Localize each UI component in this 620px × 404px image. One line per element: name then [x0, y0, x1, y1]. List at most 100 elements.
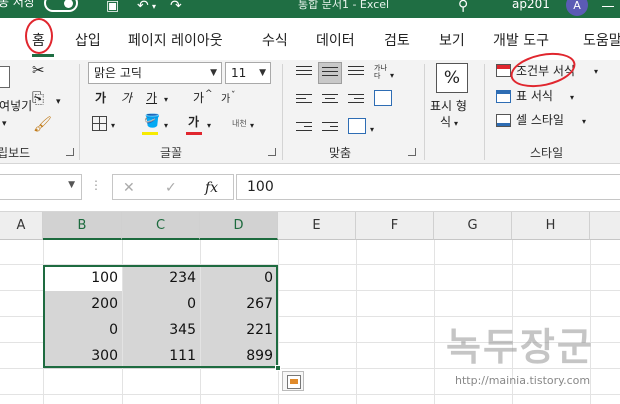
number-format-label-1[interactable]: 표시 형: [430, 98, 467, 114]
bottom-align-icon[interactable]: [348, 66, 364, 80]
column-header-e[interactable]: E: [278, 212, 356, 240]
bold-button[interactable]: 가: [95, 90, 106, 106]
column-header-c[interactable]: C: [122, 212, 200, 240]
tab-insert[interactable]: 삽입: [75, 30, 101, 50]
column-header-d[interactable]: D: [200, 212, 278, 240]
chevron-down-icon[interactable]: ▼: [68, 180, 75, 190]
wrap-orientation-button[interactable]: 가나다: [374, 64, 388, 80]
center-align-icon[interactable]: [322, 94, 338, 108]
paste-dropdown-icon[interactable]: ▾: [2, 116, 7, 132]
cell-d3[interactable]: 221: [201, 317, 277, 343]
increase-indent-icon[interactable]: [322, 122, 338, 136]
number-format-button[interactable]: %: [436, 63, 468, 93]
column-header-b[interactable]: B: [43, 212, 122, 240]
format-as-table-dropdown-icon[interactable]: ▾: [570, 90, 574, 106]
underline-dropdown-icon[interactable]: ▾: [164, 92, 168, 108]
minimize-icon[interactable]: [602, 6, 614, 7]
tab-formulas[interactable]: 수식: [262, 30, 288, 50]
undo-icon[interactable]: ↶: [137, 0, 149, 14]
name-box[interactable]: ▼: [0, 174, 82, 200]
cell-c1[interactable]: 234: [123, 265, 200, 291]
quick-analysis-button[interactable]: [282, 371, 304, 391]
cell-c3[interactable]: 345: [123, 317, 200, 343]
top-align-icon[interactable]: [296, 66, 312, 80]
cell-b1[interactable]: 100: [44, 265, 122, 291]
cell-d4[interactable]: 899: [201, 343, 277, 369]
tab-developer[interactable]: 개발 도구: [493, 30, 549, 50]
insert-function-icon[interactable]: fx: [205, 180, 218, 196]
tab-help[interactable]: 도움말: [583, 30, 620, 50]
tab-data[interactable]: 데이터: [316, 30, 355, 50]
avatar[interactable]: A: [566, 0, 588, 16]
column-header-a[interactable]: A: [0, 212, 43, 240]
group-separator: [79, 64, 80, 160]
column-header-g[interactable]: G: [434, 212, 512, 240]
orientation-dropdown-icon[interactable]: ▾: [390, 68, 394, 84]
borders-icon[interactable]: [92, 116, 107, 131]
copy-dropdown-icon[interactable]: ▾: [56, 94, 61, 110]
copy-icon[interactable]: ⎘: [32, 90, 44, 106]
paste-icon[interactable]: [0, 66, 10, 88]
cell-b4[interactable]: 300: [44, 343, 122, 369]
column-header-f[interactable]: F: [356, 212, 434, 240]
fill-color-dropdown-icon[interactable]: ▾: [164, 118, 168, 134]
save-icon[interactable]: ▣: [106, 0, 119, 14]
tab-page-layout[interactable]: 페이지 레이아웃: [128, 30, 223, 50]
borders-dropdown-icon[interactable]: ▾: [111, 118, 115, 134]
cell-b2[interactable]: 200: [44, 291, 122, 317]
redo-icon[interactable]: ↷: [170, 0, 182, 14]
left-align-icon[interactable]: [296, 94, 312, 108]
cell-styles-dropdown-icon[interactable]: ▾: [582, 114, 586, 130]
cell-d2[interactable]: 267: [201, 291, 277, 317]
enter-icon[interactable]: ✓: [165, 180, 177, 196]
cell-c2[interactable]: 0: [123, 291, 200, 317]
merge-center-dropdown-icon[interactable]: ▾: [370, 122, 374, 138]
cancel-icon[interactable]: ✕: [123, 180, 135, 196]
formula-bar: ▼ ⋮ ✕ ✓ fx 100: [0, 164, 620, 212]
clipboard-launcher-icon[interactable]: [66, 148, 74, 156]
format-painter-icon[interactable]: 🖌: [33, 116, 52, 132]
font-size-select[interactable]: 11 ▼: [225, 62, 271, 84]
phonetic-button[interactable]: 내천: [232, 116, 247, 132]
cell-styles-icon[interactable]: [496, 114, 511, 127]
cell-d1[interactable]: 0: [201, 265, 277, 291]
shrink-font-button[interactable]: 가: [221, 92, 230, 108]
middle-align-button[interactable]: [318, 62, 342, 84]
table-format-icon[interactable]: [496, 90, 511, 103]
undo-dropdown-icon[interactable]: ▾: [152, 2, 156, 11]
font-color-button[interactable]: 가: [188, 114, 199, 130]
phonetic-dropdown-icon[interactable]: ▾: [250, 118, 254, 134]
cell-styles-button[interactable]: 셀 스타일: [516, 112, 564, 128]
conditional-formatting-dropdown-icon[interactable]: ▾: [594, 64, 598, 80]
paste-button-label[interactable]: 붙여넣기: [0, 98, 32, 114]
column-header-next[interactable]: [590, 212, 620, 240]
decrease-indent-icon[interactable]: [296, 122, 312, 136]
formula-bar-divider-icon[interactable]: ⋮: [90, 178, 102, 192]
number-format-dropdown-icon[interactable]: ▾: [454, 116, 458, 132]
wrap-text-icon[interactable]: [374, 90, 392, 106]
fill-color-icon[interactable]: 🪣: [144, 114, 160, 130]
cell-c4[interactable]: 111: [123, 343, 200, 369]
font-group-label: 글꼴: [160, 146, 183, 160]
font-launcher-icon[interactable]: [268, 148, 276, 156]
alignment-launcher-icon[interactable]: [408, 148, 416, 156]
underline-button[interactable]: 가: [146, 90, 157, 106]
merge-center-icon[interactable]: [348, 118, 366, 134]
number-format-label-2[interactable]: 식: [440, 114, 451, 130]
autosave-toggle[interactable]: [44, 0, 78, 12]
format-as-table-button[interactable]: 표 서식: [516, 88, 553, 104]
formula-input[interactable]: 100: [236, 174, 620, 200]
cell-b3[interactable]: 0: [44, 317, 122, 343]
italic-button[interactable]: 가: [121, 90, 132, 106]
search-icon[interactable]: ⚲: [458, 0, 468, 14]
fill-handle[interactable]: [275, 365, 281, 371]
tab-review[interactable]: 검토: [384, 30, 410, 50]
font-color-dropdown-icon[interactable]: ▾: [207, 118, 211, 134]
grow-font-button[interactable]: 가: [193, 90, 204, 106]
conditional-formatting-icon[interactable]: [496, 64, 511, 77]
column-header-h[interactable]: H: [512, 212, 590, 240]
cut-icon[interactable]: ✂: [32, 62, 45, 78]
tab-view[interactable]: 보기: [439, 30, 465, 50]
right-align-icon[interactable]: [348, 94, 364, 108]
font-name-select[interactable]: 맑은 고딕 ▼: [88, 62, 222, 84]
